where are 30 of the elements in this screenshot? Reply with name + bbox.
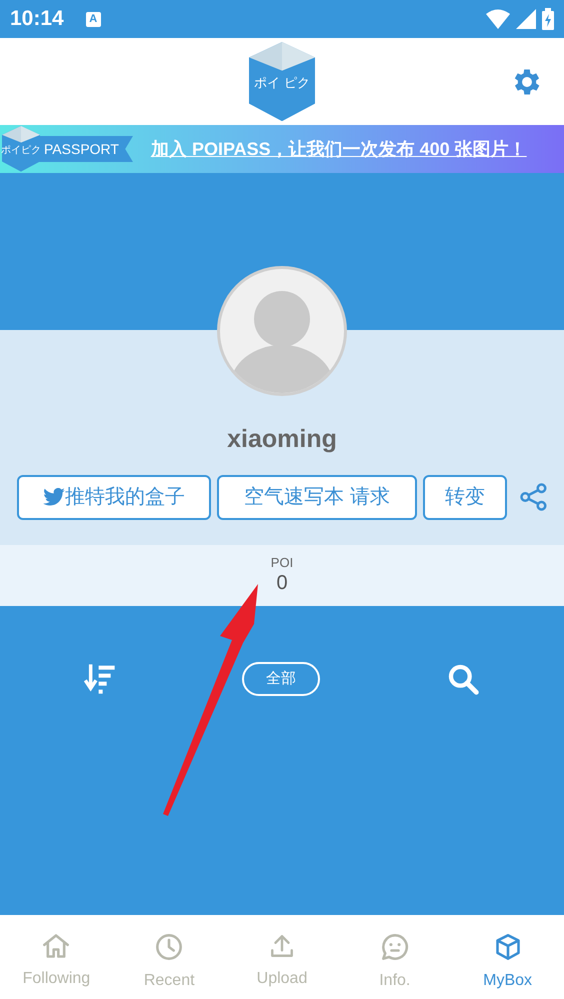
logo-text: ポイ ピク	[254, 76, 310, 90]
username: xiaoming	[227, 424, 337, 455]
upload-icon	[268, 933, 295, 959]
nav-tab[interactable]: Upload	[226, 915, 338, 999]
bird-icon	[43, 488, 65, 506]
nav-tab[interactable]: Following	[0, 915, 113, 999]
wifi-icon	[486, 9, 510, 29]
clock-icon	[155, 933, 184, 961]
stat-label: POI	[270, 554, 294, 572]
nav-tab[interactable]: MyBox	[451, 915, 564, 999]
battery-icon	[542, 8, 554, 30]
action-button[interactable]: 推特我的盒子	[17, 474, 211, 520]
filter-button[interactable]: 全部	[242, 662, 320, 696]
sort-icon[interactable]	[84, 664, 116, 694]
cube-logo-icon	[249, 42, 315, 122]
notification-icon: A	[86, 12, 101, 26]
signal-icon	[516, 9, 536, 29]
share-icon[interactable]	[519, 481, 549, 513]
box-icon	[494, 933, 522, 961]
nav-tab[interactable]: Info.	[338, 915, 452, 999]
search-icon[interactable]	[447, 663, 479, 695]
stat-value: 0	[276, 571, 288, 596]
cube-logo-icon	[2, 126, 40, 172]
chat-face-icon	[380, 933, 409, 961]
banner-link[interactable]: 加入 POIPASS，让我们一次发布 400 张图片！	[150, 136, 527, 162]
action-button[interactable]: 空气速写本 请求	[217, 474, 417, 520]
status-time: 10:14	[10, 6, 64, 32]
action-button[interactable]: 转变	[423, 474, 507, 520]
nav-tab[interactable]: Recent	[112, 915, 226, 999]
home-icon	[42, 933, 70, 959]
